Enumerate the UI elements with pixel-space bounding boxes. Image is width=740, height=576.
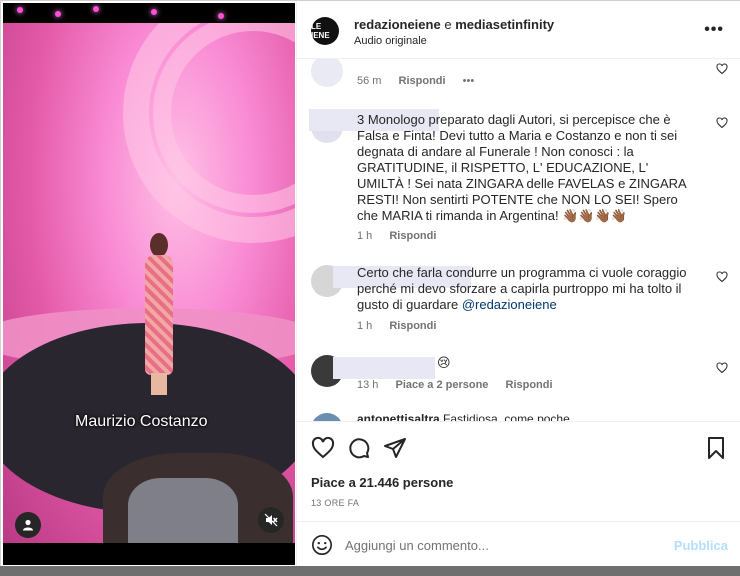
comment-bubble-icon[interactable] [347, 436, 371, 460]
reply-button[interactable]: Rispondi [399, 75, 446, 87]
comment-username[interactable]: antonettisaltra [357, 412, 440, 421]
reply-button[interactable]: Rispondi [389, 230, 436, 242]
comment-meta: 1 h Rispondi [357, 230, 450, 242]
mention-link[interactable]: @redazioneiene [462, 297, 557, 312]
comment-time: 1 h [357, 320, 373, 332]
comment-text: Certo che farla condurre un programma ci… [357, 265, 697, 313]
like-comment-heart-icon[interactable] [716, 362, 728, 374]
post-details-panel: LE IENE redazioneiene e mediasetinfinity… [296, 1, 740, 567]
muted-icon [264, 513, 278, 527]
user-icon [23, 519, 33, 531]
like-comment-heart-icon[interactable] [716, 117, 728, 129]
comment-options-button[interactable]: ••• [463, 75, 475, 87]
comment-text: 😢 [437, 355, 451, 370]
post-timestamp: 13 ORE FA [311, 498, 360, 508]
audio-label[interactable]: Audio originale [354, 35, 427, 47]
mute-button[interactable] [258, 507, 284, 533]
comment-meta: 56 m Rispondi ••• [357, 75, 488, 87]
comment-text: 3 Monologo preparato dagli Autori, si pe… [357, 112, 686, 223]
like-heart-icon[interactable] [311, 436, 335, 460]
post-modal: Maurizio Costanzo LE IENE redazioneiene … [0, 0, 740, 576]
more-options-button[interactable]: ••• [704, 21, 724, 39]
comment-meta: 13 h Piace a 2 persone Rispondi [357, 379, 567, 391]
comment-likes-count[interactable]: Piace a 2 persone [395, 379, 488, 391]
reply-button[interactable]: Rispondi [506, 379, 553, 391]
comment-composer: Pubblica [297, 521, 740, 567]
comment-time: 56 m [357, 75, 382, 87]
presenter-figure [141, 233, 177, 395]
comment-time: 13 h [357, 379, 379, 391]
like-comment-heart-icon[interactable] [716, 271, 728, 283]
save-bookmark-icon[interactable] [704, 436, 728, 460]
redacted-username [333, 357, 435, 379]
stage-background [3, 23, 295, 543]
share-send-icon[interactable] [383, 436, 407, 460]
publish-button[interactable]: Pubblica [674, 538, 728, 553]
author-link-2[interactable]: mediasetinfinity [455, 17, 554, 32]
comment-meta: 1 h Rispondi [357, 320, 450, 332]
comments-list: 56 m Rispondi ••• 3 Monologo preparato d… [297, 59, 740, 421]
tagged-users-button[interactable] [15, 512, 41, 538]
likes-count[interactable]: Piace a 21.446 persone [311, 475, 453, 490]
comment-body: Fastidiosa, come poche [443, 412, 570, 421]
stage-lights [3, 3, 295, 23]
post-actions: Piace a 21.446 persone 13 ORE FA [297, 421, 740, 521]
post-authors: redazioneiene e mediasetinfinity [354, 17, 554, 32]
account-avatar[interactable]: LE IENE [311, 17, 339, 45]
window-bottom-edge [0, 566, 740, 576]
reply-button[interactable]: Rispondi [389, 320, 436, 332]
emoji-icon[interactable] [311, 534, 333, 556]
comment-text: antonettisaltra Fastidiosa, come poche [357, 412, 570, 421]
author-link-1[interactable]: redazioneiene [354, 17, 441, 32]
comment-input[interactable] [345, 534, 665, 556]
comment-avatar[interactable] [311, 59, 343, 87]
comment-avatar[interactable] [311, 413, 343, 421]
like-comment-heart-icon[interactable] [716, 63, 728, 75]
video-player[interactable]: Maurizio Costanzo [3, 3, 295, 565]
author-joiner: e [444, 17, 452, 32]
comment-time: 1 h [357, 230, 373, 242]
post-header: LE IENE redazioneiene e mediasetinfinity… [297, 1, 740, 59]
video-caption: Maurizio Costanzo [75, 413, 208, 430]
avatar-logo-text: LE IENE [311, 22, 330, 40]
